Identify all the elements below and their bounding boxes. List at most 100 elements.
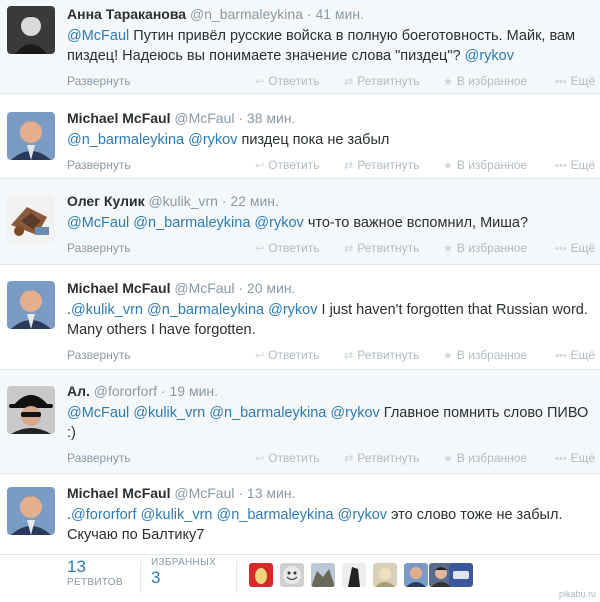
author-handle[interactable]: @McFaul [174, 280, 234, 296]
avatar[interactable] [7, 386, 55, 434]
expand-link[interactable]: Развернуть [67, 74, 131, 88]
author-handle[interactable]: @fororforf [94, 383, 157, 399]
timestamp[interactable]: 20 мин. [247, 280, 296, 296]
author-name[interactable]: Michael McFaul [67, 110, 170, 126]
favorite-button[interactable]: ★ В избранное [443, 158, 527, 172]
reply-button[interactable]: ↩ Ответить [255, 451, 320, 465]
mention-link[interactable]: @fororforf [71, 507, 136, 523]
star-icon: ★ [443, 76, 453, 88]
more-button[interactable]: ••• Ещё [555, 451, 595, 465]
favorite-button[interactable]: ★ В избранное [443, 241, 527, 255]
engager-avatar[interactable] [249, 563, 273, 587]
avatar[interactable] [7, 195, 55, 243]
tweet-expanded[interactable]: Michael McFaul @McFaul · 13 мин. .@foror… [0, 474, 600, 554]
mention-link[interactable]: @n_barmaleykina [67, 132, 184, 148]
retweet-icon: ⇄ [344, 350, 354, 362]
author-name[interactable]: Michael McFaul [67, 280, 170, 296]
mention-link[interactable]: @kulik_vrn [141, 507, 213, 523]
mention-link[interactable]: @McFaul [67, 28, 129, 44]
tweet[interactable]: Ал. @fororforf · 19 мин. @McFaul @kulik_… [0, 370, 600, 474]
more-icon: ••• [555, 243, 567, 255]
mention-link[interactable]: @n_barmaleykina [209, 405, 326, 421]
avatar[interactable] [7, 487, 55, 535]
star-icon: ★ [443, 453, 453, 465]
engager-avatar[interactable] [280, 563, 304, 587]
engager-avatar[interactable] [373, 563, 397, 587]
expand-link[interactable]: Развернуть [67, 241, 131, 255]
timestamp[interactable]: 22 мин. [230, 193, 279, 209]
favorites-stat[interactable]: ИЗБРАННЫХ 3 [151, 557, 216, 588]
more-button[interactable]: ••• Ещё [555, 74, 595, 88]
reply-button[interactable]: ↩ Ответить [255, 348, 320, 362]
timestamp[interactable]: 13 мин. [247, 485, 296, 501]
retweet-button[interactable]: ⇄ Ретвитнуть [344, 74, 419, 88]
favorite-button[interactable]: ★ В избранное [443, 74, 527, 88]
retweet-button[interactable]: ⇄ Ретвитнуть [344, 241, 419, 255]
timestamp[interactable]: 19 мин. [169, 383, 218, 399]
more-icon: ••• [555, 350, 567, 362]
author-name[interactable]: Анна Тараканова [67, 6, 186, 22]
mention-link[interactable]: @kulik_vrn [133, 405, 205, 421]
mention-link[interactable]: @n_barmaleykina [133, 215, 250, 231]
tweet[interactable]: Michael McFaul @McFaul · 20 мин. .@kulik… [0, 265, 600, 370]
more-button[interactable]: ••• Ещё [555, 241, 595, 255]
author-name[interactable]: Ал. [67, 383, 90, 399]
engager-avatar[interactable] [404, 563, 428, 587]
retweet-icon: ⇄ [344, 453, 354, 465]
tweet-stats: 13 РЕТВИТОВ ИЗБРАННЫХ 3 [0, 554, 600, 602]
mention-link[interactable]: @rykov [188, 132, 237, 148]
reply-icon: ↩ [255, 160, 265, 172]
engager-avatar[interactable] [311, 563, 335, 587]
reply-button[interactable]: ↩ Ответить [255, 158, 320, 172]
expand-link[interactable]: Развернуть [67, 451, 131, 465]
mention-link[interactable]: @rykov [268, 302, 317, 318]
more-button[interactable]: ••• Ещё [555, 158, 595, 172]
mention-link[interactable]: @McFaul [67, 405, 129, 421]
avatar[interactable] [7, 281, 55, 329]
mention-link[interactable]: @rykov [254, 215, 303, 231]
author-name[interactable]: Michael McFaul [67, 485, 170, 501]
expand-link[interactable]: Развернуть [67, 158, 131, 172]
more-button[interactable]: ••• Ещё [555, 348, 595, 362]
tweet[interactable]: Анна Тараканова @n_barmaleykina · 41 мин… [0, 0, 600, 94]
author-handle[interactable]: @McFaul [174, 110, 234, 126]
author-name[interactable]: Олег Кулик [67, 193, 145, 209]
retweets-stat[interactable]: 13 РЕТВИТОВ [67, 557, 123, 588]
retweet-button[interactable]: ⇄ Ретвитнуть [344, 158, 419, 172]
tweet[interactable]: Олег Кулик @kulik_vrn · 22 мин. @McFaul … [0, 179, 600, 265]
mention-link[interactable]: @kulik_vrn [71, 302, 143, 318]
mention-link[interactable]: @rykov [330, 405, 379, 421]
avatar[interactable] [7, 112, 55, 160]
engager-avatar[interactable] [449, 563, 473, 587]
mention-link[interactable]: @n_barmaleykina [147, 302, 264, 318]
expand-link[interactable]: Развернуть [67, 348, 131, 362]
reply-button[interactable]: ↩ Ответить [255, 241, 320, 255]
author-handle[interactable]: @kulik_vrn [148, 193, 217, 209]
tweet-header: Michael McFaul @McFaul · 20 мин. [67, 280, 296, 296]
author-handle[interactable]: @n_barmaleykina [190, 6, 303, 22]
timestamp[interactable]: 41 мин. [315, 6, 364, 22]
avatar[interactable] [7, 6, 55, 54]
tweet-text: @McFaul @n_barmaleykina @rykov что-то ва… [67, 213, 592, 233]
author-handle[interactable]: @McFaul [174, 485, 234, 501]
retweet-button[interactable]: ⇄ Ретвитнуть [344, 451, 419, 465]
favorite-button[interactable]: ★ В избранное [443, 451, 527, 465]
timestamp[interactable]: 38 мин. [247, 110, 296, 126]
retweet-icon: ⇄ [344, 76, 354, 88]
reply-button[interactable]: ↩ Ответить [255, 74, 320, 88]
mention-link[interactable]: @McFaul [67, 215, 129, 231]
retweet-icon: ⇄ [344, 243, 354, 255]
favorite-button[interactable]: ★ В избранное [443, 348, 527, 362]
mention-link[interactable]: @rykov [338, 507, 387, 523]
tweet-actions: Развернуть ↩ Ответить ⇄ Ретвитнуть ★ В избр… [67, 241, 595, 259]
tweet-header: Michael McFaul @McFaul · 38 мин. [67, 110, 296, 126]
mention-link[interactable]: @n_barmaleykina [217, 507, 334, 523]
engager-avatar[interactable] [342, 563, 366, 587]
tweet[interactable]: Michael McFaul @McFaul · 38 мин. @n_barm… [0, 94, 600, 179]
favorites-count: 3 [151, 568, 161, 587]
tweet-header: Анна Тараканова @n_barmaleykina · 41 мин… [67, 6, 364, 22]
tweet-text-run: что-то важное вспомнил, Миша? [303, 215, 529, 231]
star-icon: ★ [443, 160, 453, 172]
mention-link[interactable]: @rykov [465, 48, 514, 64]
retweet-button[interactable]: ⇄ Ретвитнуть [344, 348, 419, 362]
